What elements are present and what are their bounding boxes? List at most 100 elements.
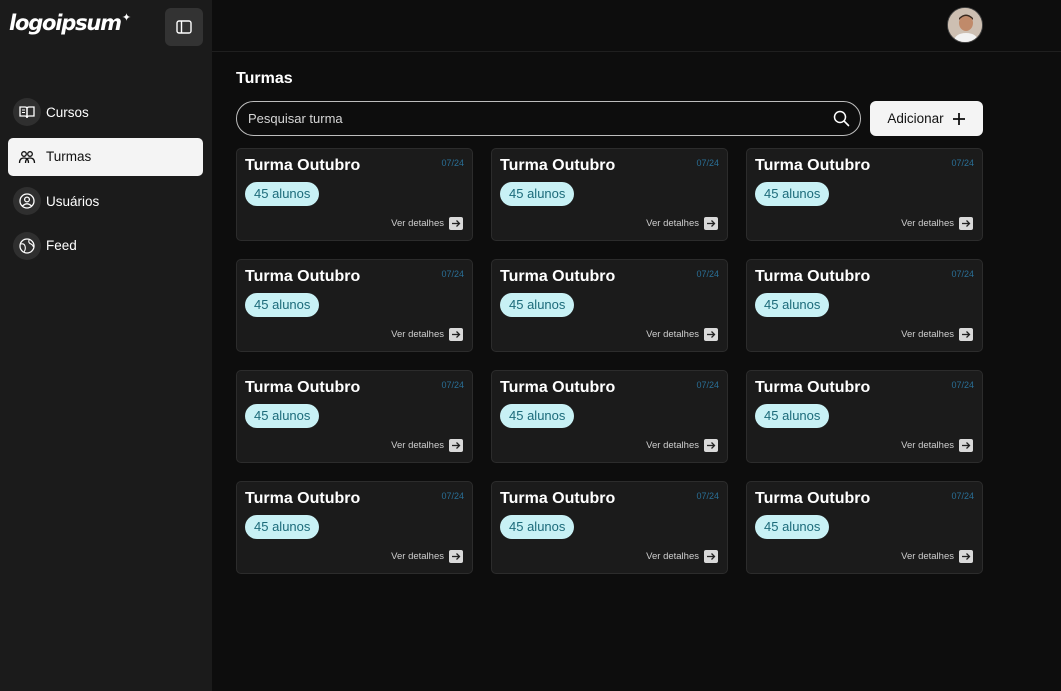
class-card-grid: Turma Outubro 07/24 45 alunos Ver detalh… <box>236 148 983 574</box>
card-date: 07/24 <box>951 380 974 390</box>
topbar <box>212 0 1061 52</box>
card-title: Turma Outubro <box>755 490 871 507</box>
details-link[interactable]: Ver detalhes <box>646 217 718 230</box>
sidebar-item-label: Turmas <box>46 149 92 164</box>
class-card[interactable]: Turma Outubro 07/24 45 alunos Ver detalh… <box>236 370 473 463</box>
sidebar-item-turmas[interactable]: Turmas <box>8 137 203 176</box>
search-field[interactable] <box>236 101 861 136</box>
plus-icon <box>952 112 966 126</box>
sidebar-toggle-button[interactable] <box>165 8 203 46</box>
arrow-right-icon <box>959 328 973 341</box>
card-date: 07/24 <box>696 269 719 279</box>
sidebar-item-label: Cursos <box>46 104 89 120</box>
details-link[interactable]: Ver detalhes <box>646 439 718 452</box>
card-title: Turma Outubro <box>755 157 871 174</box>
add-button[interactable]: Adicionar <box>870 101 983 136</box>
details-link-label: Ver detalhes <box>901 329 954 340</box>
class-card[interactable]: Turma Outubro 07/24 45 alunos Ver detalh… <box>746 259 983 352</box>
sidebar-nav: Cursos Turmas Usuários Feed <box>8 93 203 271</box>
card-date: 07/24 <box>951 491 974 501</box>
details-link[interactable]: Ver detalhes <box>901 439 973 452</box>
student-count-badge: 45 alunos <box>500 182 575 206</box>
class-card[interactable]: Turma Outubro 07/24 45 alunos Ver detalh… <box>236 148 473 241</box>
search-icon[interactable] <box>833 110 850 127</box>
class-card[interactable]: Turma Outubro 07/24 45 alunos Ver detalh… <box>746 370 983 463</box>
page-title: Turmas <box>236 70 293 87</box>
details-link-label: Ver detalhes <box>901 440 954 451</box>
avatar[interactable] <box>947 7 983 43</box>
details-link[interactable]: Ver detalhes <box>646 550 718 563</box>
card-title: Turma Outubro <box>500 490 616 507</box>
details-link-label: Ver detalhes <box>391 551 444 562</box>
details-link[interactable]: Ver detalhes <box>391 439 463 452</box>
card-date: 07/24 <box>951 269 974 279</box>
details-link-label: Ver detalhes <box>901 551 954 562</box>
details-link[interactable]: Ver detalhes <box>901 550 973 563</box>
sidebar-item-feed[interactable]: Feed <box>8 227 203 265</box>
details-link[interactable]: Ver detalhes <box>391 328 463 341</box>
student-count-badge: 45 alunos <box>245 515 320 539</box>
card-title: Turma Outubro <box>245 157 361 174</box>
arrow-right-icon <box>704 328 718 341</box>
details-link[interactable]: Ver detalhes <box>901 217 973 230</box>
details-link[interactable]: Ver detalhes <box>391 550 463 563</box>
sidebar: logoipsum✦ Cursos Turmas Usuários Feed <box>0 0 212 691</box>
class-card[interactable]: Turma Outubro 07/24 45 alunos Ver detalh… <box>746 481 983 574</box>
card-title: Turma Outubro <box>755 268 871 285</box>
sidebar-item-label: Usuários <box>46 193 100 209</box>
search-input[interactable] <box>248 102 818 135</box>
card-title: Turma Outubro <box>245 379 361 396</box>
sidebar-panel-icon <box>176 20 192 34</box>
student-count-badge: 45 alunos <box>755 182 830 206</box>
student-count-badge: 45 alunos <box>500 293 575 317</box>
student-count-badge: 45 alunos <box>755 515 830 539</box>
details-link-label: Ver detalhes <box>646 551 699 562</box>
student-count-badge: 45 alunos <box>500 515 575 539</box>
class-card[interactable]: Turma Outubro 07/24 45 alunos Ver detalh… <box>491 148 728 241</box>
arrow-right-icon <box>704 550 718 563</box>
class-card[interactable]: Turma Outubro 07/24 45 alunos Ver detalh… <box>236 259 473 352</box>
card-date: 07/24 <box>441 158 464 168</box>
users-group-icon <box>13 143 41 171</box>
card-date: 07/24 <box>696 491 719 501</box>
logo-text: logoipsum <box>9 11 122 35</box>
card-title: Turma Outubro <box>245 490 361 507</box>
class-card[interactable]: Turma Outubro 07/24 45 alunos Ver detalh… <box>491 370 728 463</box>
card-title: Turma Outubro <box>245 268 361 285</box>
details-link-label: Ver detalhes <box>391 218 444 229</box>
book-icon <box>13 98 41 126</box>
details-link[interactable]: Ver detalhes <box>901 328 973 341</box>
sidebar-item-label: Feed <box>46 238 77 253</box>
user-icon <box>13 187 41 215</box>
class-card[interactable]: Turma Outubro 07/24 45 alunos Ver detalh… <box>491 481 728 574</box>
class-card[interactable]: Turma Outubro 07/24 45 alunos Ver detalh… <box>491 259 728 352</box>
arrow-right-icon <box>959 217 973 230</box>
sidebar-item-usuarios[interactable]: Usuários <box>8 182 203 220</box>
details-link[interactable]: Ver detalhes <box>646 328 718 341</box>
card-date: 07/24 <box>951 158 974 168</box>
class-card[interactable]: Turma Outubro 07/24 45 alunos Ver detalh… <box>746 148 983 241</box>
arrow-right-icon <box>449 217 463 230</box>
card-date: 07/24 <box>441 380 464 390</box>
details-link-label: Ver detalhes <box>646 218 699 229</box>
arrow-right-icon <box>449 550 463 563</box>
student-count-badge: 45 alunos <box>500 404 575 428</box>
class-card[interactable]: Turma Outubro 07/24 45 alunos Ver detalh… <box>236 481 473 574</box>
logo[interactable]: logoipsum✦ <box>9 11 131 35</box>
student-count-badge: 45 alunos <box>245 293 320 317</box>
arrow-right-icon <box>449 328 463 341</box>
card-title: Turma Outubro <box>755 379 871 396</box>
card-date: 07/24 <box>441 491 464 501</box>
sidebar-item-cursos[interactable]: Cursos <box>8 93 203 131</box>
student-count-badge: 45 alunos <box>755 404 830 428</box>
details-link[interactable]: Ver detalhes <box>391 217 463 230</box>
student-count-badge: 45 alunos <box>755 293 830 317</box>
arrow-right-icon <box>704 439 718 452</box>
add-button-label: Adicionar <box>887 111 944 126</box>
card-title: Turma Outubro <box>500 268 616 285</box>
card-date: 07/24 <box>441 269 464 279</box>
arrow-right-icon <box>449 439 463 452</box>
card-title: Turma Outubro <box>500 379 616 396</box>
details-link-label: Ver detalhes <box>646 329 699 340</box>
card-date: 07/24 <box>696 158 719 168</box>
